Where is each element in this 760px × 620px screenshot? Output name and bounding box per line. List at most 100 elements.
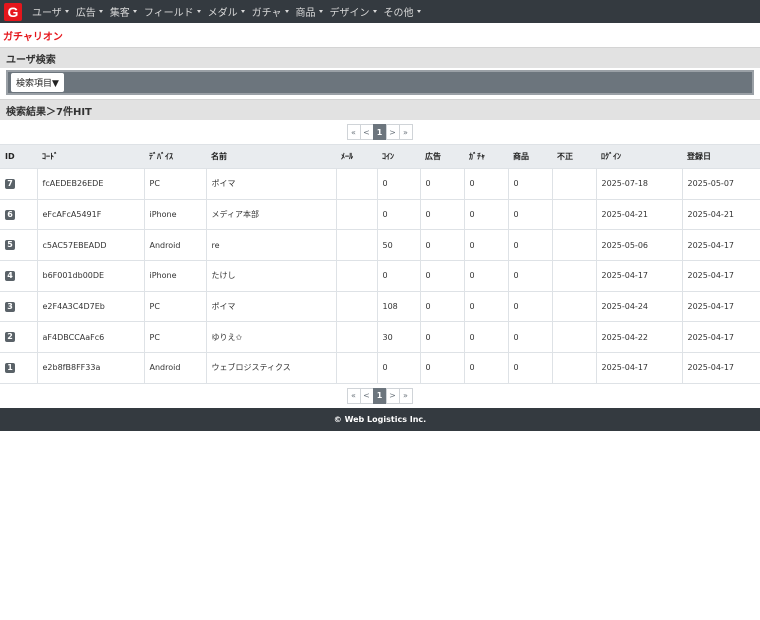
column-header-coin[interactable]: ｺｲﾝ	[377, 144, 420, 169]
nav-menu-products[interactable]: 商品	[296, 4, 323, 19]
table-row[interactable]: 2 aF4DBCCAaFc6 PC ゆりえ✩ 30 0 0 0 2025-04-…	[0, 321, 760, 353]
pager-next-button[interactable]: >	[385, 124, 400, 140]
nav-menu-gacha[interactable]: ガチャ	[252, 4, 289, 19]
table-row[interactable]: 4 b6F001db00DE iPhone たけし 0 0 0 0 2025-0…	[0, 260, 760, 292]
cell-coin: 30	[376, 321, 420, 353]
cell-code: e2b8fB8FF33a	[36, 352, 144, 384]
cell-registered: 2025-04-21	[681, 198, 760, 230]
pager-prev-button[interactable]: <	[359, 124, 374, 140]
pager-current-page[interactable]: 1	[372, 124, 387, 140]
caret-down-icon	[64, 10, 69, 13]
cell-fraud	[551, 290, 596, 322]
search-fields-toggle-button[interactable]: 検索項目▼	[11, 73, 64, 92]
cell-mail	[335, 198, 377, 230]
app-logo[interactable]: G	[4, 2, 22, 21]
cell-fraud	[551, 229, 596, 261]
cell-login: 2025-04-21	[595, 198, 682, 230]
column-header-id[interactable]: ID	[0, 144, 37, 169]
search-panel-inner: 検索項目▼	[6, 70, 754, 95]
cell-product: 0	[507, 321, 552, 353]
column-header-login[interactable]: ﾛｸﾞｲﾝ	[596, 144, 682, 169]
column-header-fraud[interactable]: 不正	[552, 144, 596, 169]
pager-last-button[interactable]: »	[398, 124, 413, 140]
caret-down-icon	[372, 10, 377, 13]
cell-id: 7	[0, 168, 37, 200]
cell-code: c5AC57EBEADD	[36, 229, 144, 261]
nav-menu-acquisition[interactable]: 集客	[110, 4, 137, 19]
cell-product: 0	[507, 260, 552, 292]
nav-menu-medals[interactable]: メダル	[208, 4, 245, 19]
nav-menu-label: ユーザ	[32, 8, 62, 19]
nav-menu-other[interactable]: その他	[384, 4, 421, 19]
cell-id: 5	[0, 229, 37, 261]
user-id-badge[interactable]: 4	[5, 270, 15, 281]
nav-menu-label: ガチャ	[251, 8, 282, 19]
cell-code: eFcAFcA5491F	[36, 198, 144, 230]
nav-menu-label: 集客	[109, 8, 130, 19]
user-id-badge[interactable]: 2	[5, 332, 15, 343]
nav-menu-label: フィールド	[143, 8, 194, 19]
cell-login: 2025-04-17	[595, 352, 682, 384]
caret-down-icon	[284, 10, 289, 13]
cell-name: ウェブロジスティクス	[205, 352, 336, 384]
column-header-registered[interactable]: 登録日	[682, 144, 760, 169]
user-id-badge[interactable]: 1	[5, 362, 15, 373]
nav-menu-label: 商品	[295, 8, 316, 19]
page-footer: © Web Logistics Inc.	[0, 407, 760, 431]
cell-mail	[335, 321, 377, 353]
pager-first-button[interactable]: «	[346, 387, 361, 404]
nav-menu-ads[interactable]: 広告	[76, 4, 103, 19]
cell-id: 4	[0, 260, 37, 292]
caret-down-icon	[98, 10, 103, 13]
cell-ad: 0	[419, 260, 464, 292]
cell-name: ゆりえ✩	[205, 321, 336, 353]
results-section-title: 検索結果＞7件HIT	[0, 99, 760, 120]
caret-down-icon	[318, 10, 323, 13]
column-header-mail[interactable]: ﾒｰﾙ	[336, 144, 377, 169]
cell-device: Android	[143, 352, 206, 384]
brand-title: ガチャリオン	[3, 31, 63, 43]
cell-gacha: 0	[463, 260, 508, 292]
user-id-badge[interactable]: 5	[5, 240, 15, 251]
column-header-product[interactable]: 商品	[508, 144, 552, 169]
column-header-name[interactable]: 名前	[206, 144, 336, 169]
cell-device: iPhone	[143, 198, 206, 230]
search-panel: 検索項目▼	[0, 68, 760, 99]
cell-login: 2025-07-18	[595, 168, 682, 200]
column-header-ad[interactable]: 広告	[420, 144, 464, 169]
column-header-device[interactable]: ﾃﾞﾊﾞｲｽ	[144, 144, 206, 169]
cell-login: 2025-05-06	[595, 229, 682, 261]
cell-id: 6	[0, 198, 37, 230]
nav-menu-field[interactable]: フィールド	[144, 4, 201, 19]
cell-product: 0	[507, 352, 552, 384]
table-row[interactable]: 1 e2b8fB8FF33a Android ウェブロジスティクス 0 0 0 …	[0, 352, 760, 384]
cell-login: 2025-04-24	[595, 290, 682, 322]
pager-prev-button[interactable]: <	[359, 387, 374, 404]
pager-last-button[interactable]: »	[398, 387, 413, 404]
column-header-code[interactable]: ｺｰﾄﾞ	[37, 144, 144, 169]
cell-fraud	[551, 168, 596, 200]
cell-product: 0	[507, 229, 552, 261]
cell-id: 1	[0, 352, 37, 384]
table-row[interactable]: 3 e2F4A3C4D7Eb PC ポイマ 108 0 0 0 2025-04-…	[0, 290, 760, 322]
cell-registered: 2025-04-17	[681, 290, 760, 322]
cell-coin: 0	[376, 198, 420, 230]
column-header-gacha[interactable]: ｶﾞﾁｬ	[464, 144, 508, 169]
pager-current-page[interactable]: 1	[372, 387, 387, 404]
cell-coin: 0	[376, 168, 420, 200]
pager-next-button[interactable]: >	[385, 387, 400, 404]
cell-product: 0	[507, 290, 552, 322]
table-row[interactable]: 7 fcAEDEB26EDE PC ポイマ 0 0 0 0 2025-07-18…	[0, 168, 760, 200]
user-id-badge[interactable]: 7	[5, 178, 15, 189]
cell-name: メディア本部	[205, 198, 336, 230]
cell-id: 3	[0, 290, 37, 322]
cell-ad: 0	[419, 321, 464, 353]
table-row[interactable]: 5 c5AC57EBEADD Android re 50 0 0 0 2025-…	[0, 229, 760, 261]
nav-menu-design[interactable]: デザイン	[330, 4, 377, 19]
pager-first-button[interactable]: «	[346, 124, 361, 140]
user-id-badge[interactable]: 6	[5, 209, 15, 220]
cell-mail	[335, 168, 377, 200]
nav-menu-users[interactable]: ユーザ	[32, 4, 69, 19]
table-row[interactable]: 6 eFcAFcA5491F iPhone メディア本部 0 0 0 0 202…	[0, 198, 760, 230]
user-id-badge[interactable]: 3	[5, 301, 15, 312]
